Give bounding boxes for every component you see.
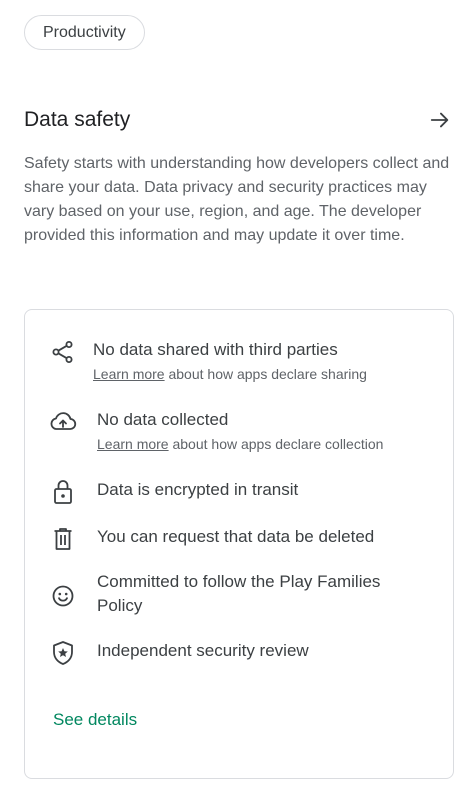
item-title: No data collected	[97, 410, 229, 429]
category-chip[interactable]: Productivity	[24, 15, 145, 50]
list-item-encryption: Data is encrypted in transit	[49, 478, 437, 506]
cloud-upload-icon	[49, 408, 77, 436]
category-chip-label: Productivity	[43, 23, 126, 41]
lock-icon	[49, 478, 77, 506]
data-safety-page: Productivity Data safety Safety starts w…	[0, 0, 476, 806]
arrow-right-icon[interactable]	[428, 108, 452, 132]
item-subtitle: Learn more about how apps declare sharin…	[93, 365, 367, 383]
list-item-security-review: Independent security review	[49, 639, 437, 667]
section-title: Data safety	[24, 108, 131, 131]
see-details-link[interactable]: See details	[53, 710, 137, 730]
list-item-sharing: No data shared with third parties Learn …	[49, 338, 437, 383]
item-title: Independent security review	[97, 641, 309, 660]
learn-more-link[interactable]: Learn more	[93, 366, 165, 382]
item-subtitle-text: about how apps declare sharing	[164, 366, 367, 382]
smiley-icon	[49, 582, 77, 610]
data-safety-card: No data shared with third parties Learn …	[24, 309, 454, 779]
share-icon	[49, 338, 77, 366]
trash-icon	[49, 525, 77, 553]
learn-more-link[interactable]: Learn more	[97, 436, 169, 452]
item-subtitle-text: about how apps declare collection	[168, 436, 384, 452]
item-subtitle: Learn more about how apps declare collec…	[97, 435, 383, 453]
item-title: Data is encrypted in transit	[97, 480, 299, 499]
item-title: No data shared with third parties	[93, 340, 338, 359]
item-title: Committed to follow the Play Families Po…	[97, 572, 381, 615]
list-item-families: Committed to follow the Play Families Po…	[49, 570, 437, 618]
data-safety-header[interactable]: Data safety	[24, 104, 452, 136]
list-item-collection: No data collected Learn more about how a…	[49, 408, 437, 453]
item-title: You can request that data be deleted	[97, 527, 375, 546]
list-item-deletion: You can request that data be deleted	[49, 525, 437, 553]
shield-star-icon	[49, 639, 77, 667]
section-description: Safety starts with understanding how dev…	[24, 155, 450, 244]
